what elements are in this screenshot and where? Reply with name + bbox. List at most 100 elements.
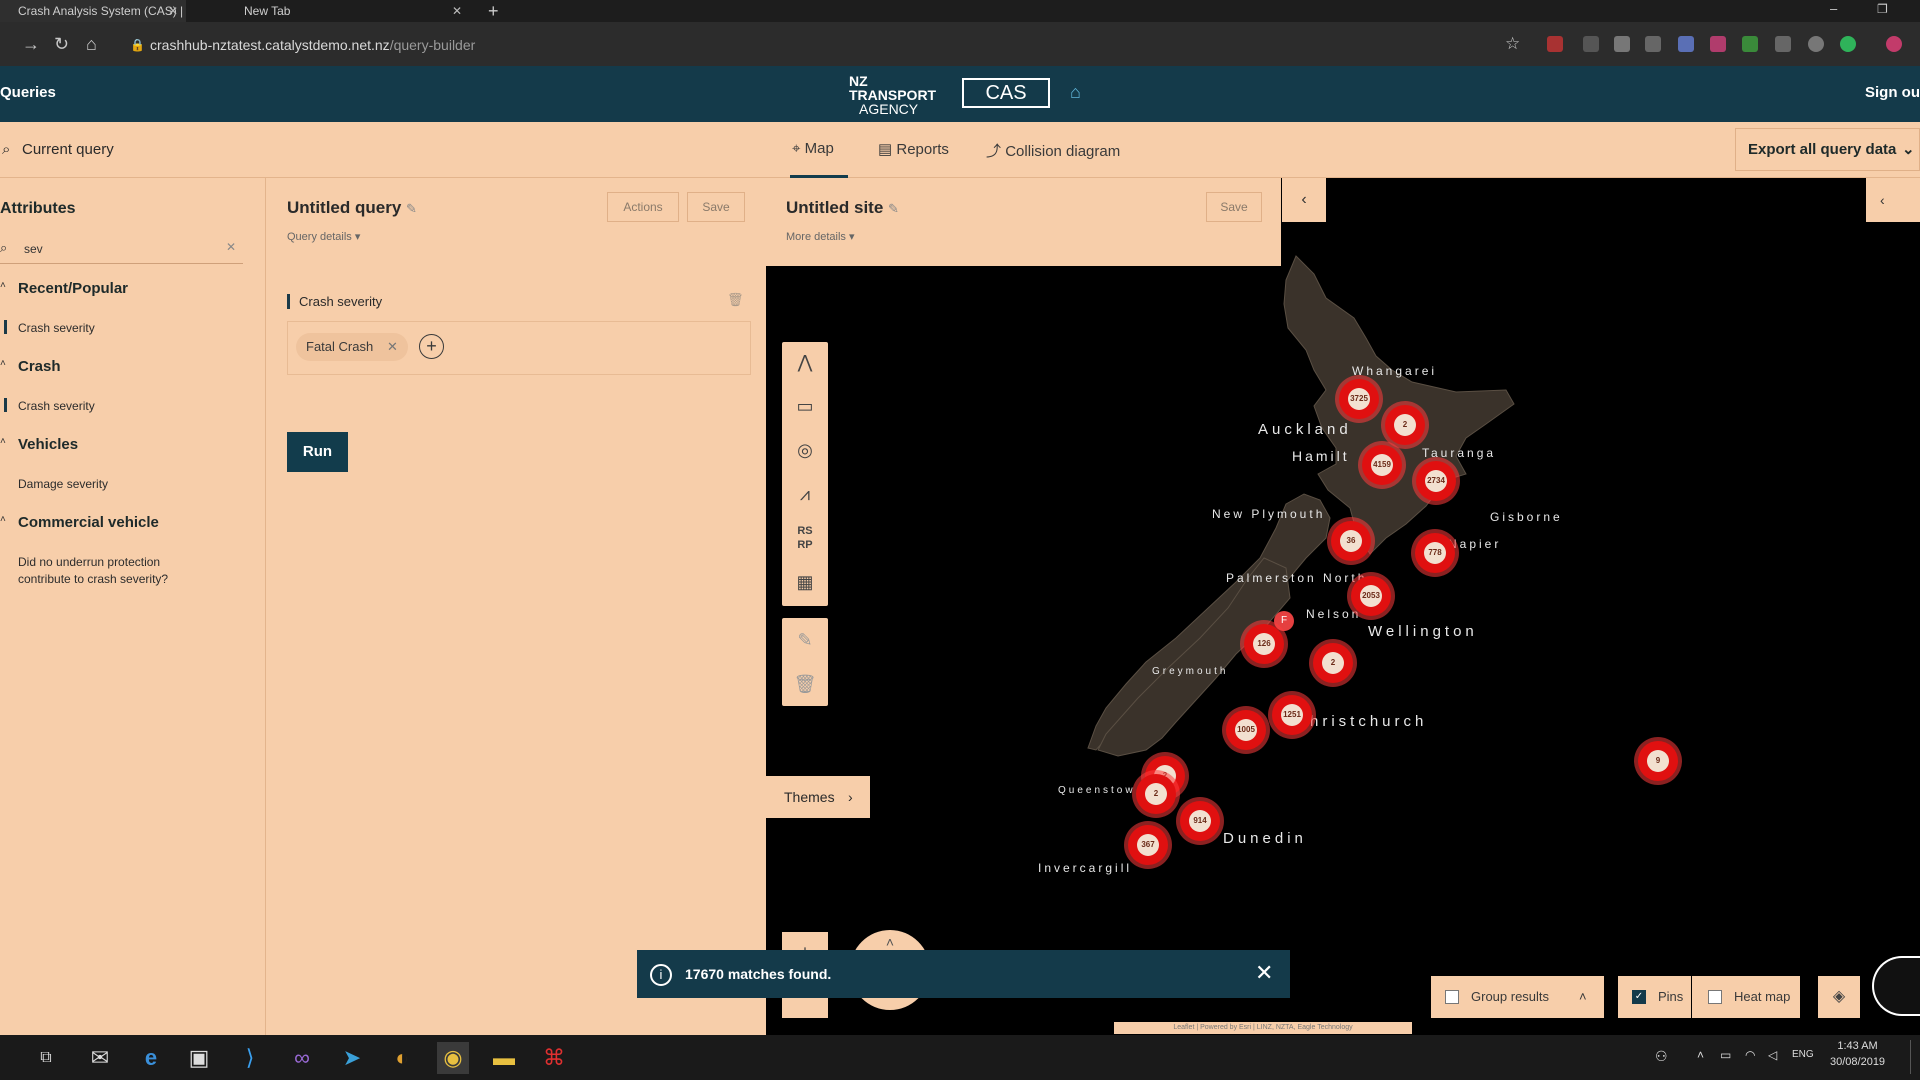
back-icon[interactable]: →: [22, 34, 40, 55]
crash-cluster-marker[interactable]: 36: [1331, 521, 1371, 561]
attribute-item[interactable]: Crash severity: [18, 321, 95, 335]
crash-cluster-marker[interactable]: 367: [1128, 825, 1168, 865]
trash-icon[interactable]: 🗑: [782, 666, 828, 702]
attribute-item[interactable]: Damage severity: [18, 477, 108, 491]
query-title[interactable]: Untitled query ✎: [287, 198, 417, 218]
actions-button[interactable]: Actions: [607, 192, 679, 222]
crash-cluster-marker[interactable]: 2: [1136, 774, 1176, 814]
extension-icon[interactable]: [1614, 36, 1630, 52]
trash-icon[interactable]: 🗑: [727, 292, 744, 308]
grammarly-icon[interactable]: [1840, 36, 1856, 52]
route-station-icon[interactable]: RS RP: [782, 520, 828, 556]
pdf-extension-icon[interactable]: [1547, 36, 1563, 52]
address-bar[interactable]: 🔒 crashhub-nztatest.catalystdemo.net.nz/…: [120, 31, 1520, 59]
extension-icon[interactable]: [1678, 36, 1694, 52]
home-icon[interactable]: ⌂: [1070, 82, 1090, 102]
extension-icon[interactable]: [1710, 36, 1726, 52]
remove-chip-icon[interactable]: ✕: [387, 333, 398, 361]
profile-avatar[interactable]: [1886, 36, 1902, 52]
themes-button[interactable]: Themes ›: [766, 776, 870, 818]
file-explorer-icon[interactable]: ▬: [488, 1042, 520, 1074]
store-icon[interactable]: ▣: [183, 1042, 215, 1074]
reload-icon[interactable]: ↻: [54, 34, 69, 55]
crash-cluster-marker[interactable]: 2053: [1351, 576, 1391, 616]
chrome-icon[interactable]: ◉: [437, 1042, 469, 1074]
vscode-icon[interactable]: ⟩: [234, 1042, 266, 1074]
road-icon[interactable]: ⩘: [782, 476, 828, 512]
crash-cluster-marker[interactable]: 1251: [1272, 695, 1312, 735]
volume-icon[interactable]: ◁: [1768, 1048, 1777, 1062]
task-view-icon[interactable]: ⧉: [30, 1042, 62, 1074]
tray-chevron-icon[interactable]: ˄: [1697, 1048, 1704, 1062]
save-query-button[interactable]: Save: [687, 192, 745, 222]
extension-icon[interactable]: [1808, 36, 1824, 52]
telegram-icon[interactable]: ➤: [336, 1042, 368, 1074]
system-clock[interactable]: 1:43 AM 30/08/2019: [1830, 1038, 1885, 1070]
clear-search-icon[interactable]: ✕: [226, 240, 236, 254]
edit-pencil-icon[interactable]: ✎: [406, 201, 417, 216]
acrobat-icon[interactable]: ⌘: [538, 1042, 570, 1074]
language-indicator[interactable]: ENG: [1792, 1049, 1814, 1060]
wifi-icon[interactable]: ◠: [1745, 1048, 1755, 1062]
current-query-header[interactable]: ⌕ Current query: [0, 122, 766, 178]
draw-circle-icon[interactable]: ◎: [782, 432, 828, 468]
draw-rectangle-icon[interactable]: ▭: [782, 388, 828, 424]
run-button[interactable]: Run: [287, 432, 348, 472]
crash-cluster-marker[interactable]: 4159: [1362, 445, 1402, 485]
new-tab-icon[interactable]: +: [488, 0, 499, 22]
group-results-toggle[interactable]: Group results ˄: [1431, 976, 1604, 1018]
tab-map[interactable]: ⌖ Map: [792, 140, 834, 157]
browser-tab-new[interactable]: New Tab ✕: [226, 0, 470, 22]
people-icon[interactable]: ⚇: [1655, 1048, 1668, 1065]
heat-map-toggle[interactable]: Heat map: [1692, 976, 1800, 1018]
attribute-item[interactable]: Crash severity: [18, 399, 95, 413]
chevron-left-icon[interactable]: ‹: [1866, 178, 1920, 222]
app-icon[interactable]: ◐: [386, 1042, 418, 1074]
edge-icon[interactable]: e: [135, 1042, 167, 1074]
tab-collision-diagram[interactable]: ⤴ Collision diagram: [986, 140, 1120, 161]
crash-cluster-marker[interactable]: 1005: [1226, 710, 1266, 750]
crash-cluster-marker[interactable]: 2734: [1416, 461, 1456, 501]
crash-cluster-marker[interactable]: 2: [1385, 405, 1425, 445]
restore-icon[interactable]: ❐: [1877, 0, 1888, 18]
site-details-toggle[interactable]: More details ▾: [786, 230, 855, 243]
attribute-item[interactable]: Did no underrun protection contribute to…: [18, 554, 193, 588]
edit-pencil-icon[interactable]: ✎: [888, 201, 899, 216]
pins-checkbox-checked[interactable]: ✓: [1632, 990, 1646, 1004]
layers-icon[interactable]: ◈: [1818, 976, 1860, 1018]
layout-icon[interactable]: ▦: [782, 564, 828, 600]
chevron-left-icon[interactable]: ‹: [1282, 178, 1326, 222]
site-title[interactable]: Untitled site ✎: [786, 198, 899, 218]
value-chip[interactable]: Fatal Crash ✕: [296, 333, 408, 361]
sign-out-link[interactable]: Sign ou: [1865, 84, 1920, 101]
tab-reports[interactable]: ▤ Reports: [878, 140, 949, 158]
attribute-search-input[interactable]: ⌕ sev ✕: [0, 234, 243, 264]
battery-icon[interactable]: ▭: [1720, 1048, 1731, 1062]
crash-cluster-marker[interactable]: 778: [1415, 533, 1455, 573]
extension-icon[interactable]: [1775, 36, 1791, 52]
save-site-button[interactable]: Save: [1206, 192, 1262, 222]
extension-icon[interactable]: [1583, 36, 1599, 52]
mail-icon[interactable]: ✉: [84, 1042, 116, 1074]
minimize-icon[interactable]: –: [1830, 0, 1837, 18]
query-details-toggle[interactable]: Query details ▾: [287, 230, 360, 243]
crash-cluster-marker[interactable]: 126: [1244, 624, 1284, 664]
crash-cluster-marker[interactable]: 914: [1180, 801, 1220, 841]
close-icon[interactable]: ✕: [1255, 960, 1273, 986]
bookmark-star-icon[interactable]: ☆: [1505, 34, 1520, 54]
export-button[interactable]: Export all query data ⌄: [1735, 128, 1920, 171]
extension-icon[interactable]: [1742, 36, 1758, 52]
heat-map-checkbox[interactable]: [1708, 990, 1722, 1004]
group-results-checkbox[interactable]: [1445, 990, 1459, 1004]
crash-cluster-marker[interactable]: 3725: [1339, 379, 1379, 419]
draw-polyline-icon[interactable]: ⋀: [782, 344, 828, 380]
chevron-up-icon[interactable]: ˄: [1579, 976, 1587, 1018]
crash-cluster-marker[interactable]: 9: [1638, 741, 1678, 781]
add-value-button[interactable]: +: [419, 334, 444, 359]
close-tab-icon[interactable]: ✕: [168, 0, 178, 22]
pins-toggle[interactable]: ✓ Pins: [1618, 976, 1691, 1018]
browser-tab-cas[interactable]: Crash Analysis System (CAS) | NZ ✕: [0, 0, 186, 40]
visual-studio-icon[interactable]: ∞: [286, 1042, 318, 1074]
show-desktop-button[interactable]: [1910, 1040, 1920, 1074]
map-attribution[interactable]: Leaflet | Powered by Esri | LINZ, NZTA, …: [1114, 1022, 1412, 1034]
